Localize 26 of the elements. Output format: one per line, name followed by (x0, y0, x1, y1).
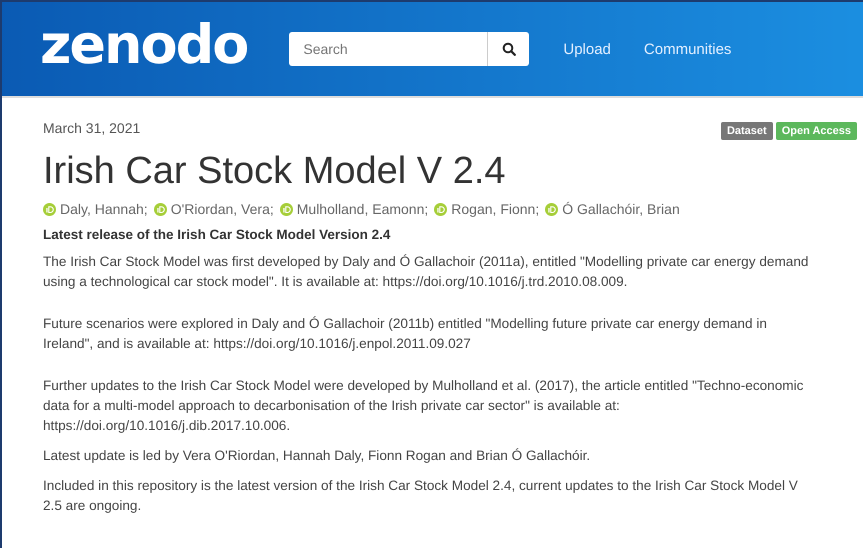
nav-link[interactable]: Communities (644, 40, 732, 58)
author-link[interactable]: Rogan, Fionn; (451, 201, 540, 217)
description-paragraph: Latest update is led by Vera O'Riordan, Hannah Daly, Fionn Rogan and Brian Ó Gallachóir. (43, 447, 592, 465)
author-link[interactable]: O'Riordan, Vera; (170, 201, 274, 217)
zenodo-logo[interactable]: zenodo (40, 18, 248, 72)
search-field[interactable]: Search (289, 32, 488, 66)
description-paragraph: Included in this repository is the latest version of the Irish Car Stock Model 2.4, current updates to the Irish Car Stock Model V 2.5 are ongoing. (43, 477, 799, 515)
description-paragraph: Further updates to the Irish Car Stock Model were developed by Mulholland et al. (2017), the article entitled "Techno-economic data for a multi-model approach to decarbonisation of the Irish private car sector" is available at: https://doi.org/10.1016/j.dib.2017.10.006. (43, 377, 804, 435)
author-link[interactable]: Ó Gallachóir, Brian (562, 201, 680, 217)
nav-link[interactable]: Upload (563, 40, 611, 58)
record-badge: Dataset (720, 122, 773, 140)
record-title: Irish Car Stock Model V 2.4 (43, 150, 507, 193)
record-badge: Open Access (776, 122, 857, 140)
description-paragraph: The Irish Car Stock Model was first developed by Daly and Ó Gallachoir (2011a), entitled "Modelling private car energy demand using a technological car stock model". It is available at: https://doi.org/10.1016/j.trd.2010.08.009. (43, 253, 810, 291)
orcid-icon (43, 202, 56, 216)
search-icon (502, 42, 516, 56)
description-heading: Latest release of the Irish Car Stock Model Version 2.4 (43, 227, 392, 242)
orcid-icon (545, 202, 558, 216)
publication-date: March 31, 2021 (43, 120, 140, 136)
search-button[interactable] (487, 32, 530, 66)
description-paragraph: Future scenarios were explored in Daly and Ó Gallachoir (2011b) entitled "Modelling future private car energy demand in Ireland", and is available at: https://doi.org/10.1016/j.enpol.2011.09.027 (43, 315, 768, 353)
orcid-icon (434, 202, 448, 216)
author-link[interactable]: Daly, Hannah; (60, 201, 148, 217)
orcid-icon (154, 202, 167, 216)
author-link[interactable]: Mulholland, Eamonn; (296, 201, 428, 217)
orcid-icon (280, 202, 293, 216)
